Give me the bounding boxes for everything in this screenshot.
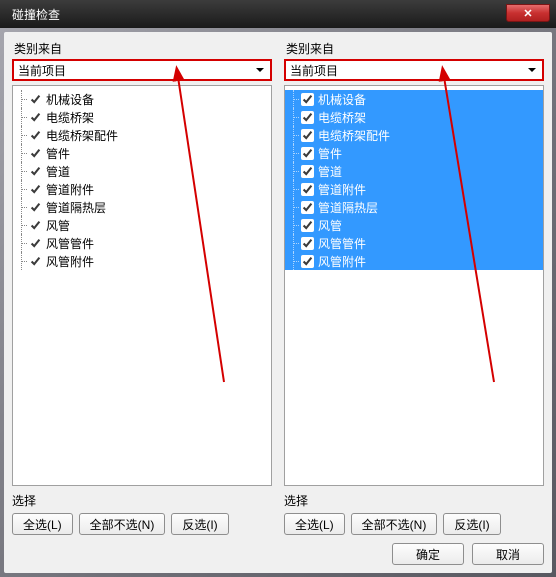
tree-item-checkbox[interactable] <box>29 219 42 232</box>
tree-item-checkbox[interactable] <box>29 255 42 268</box>
tree-item-checkbox[interactable] <box>301 183 314 196</box>
tree-item-right[interactable]: 风管管件 <box>285 234 543 252</box>
tree-item-checkbox[interactable] <box>29 237 42 250</box>
tree-item-label: 电缆桥架 <box>318 109 366 126</box>
tree-item-checkbox[interactable] <box>29 183 42 196</box>
tree-item-left[interactable]: 管道 <box>13 162 271 180</box>
selection-buttons-left: 全选(L) 全部不选(N) 反选(I) <box>12 513 272 535</box>
tree-item-left[interactable]: 管件 <box>13 144 271 162</box>
tree-item-label: 电缆桥架配件 <box>46 127 118 144</box>
tree-item-label: 管道 <box>46 163 70 180</box>
selection-right-label: 选择 <box>284 492 544 509</box>
panel-left: 类别来自 当前项目 机械设备电缆桥架电缆桥架配件管件管道管道附件管道隔热层风管风… <box>12 40 272 535</box>
tree-item-label: 风管 <box>318 217 342 234</box>
tree-item-checkbox[interactable] <box>29 93 42 106</box>
select-none-left-button[interactable]: 全部不选(N) <box>79 513 166 535</box>
tree-right[interactable]: 机械设备电缆桥架电缆桥架配件管件管道管道附件管道隔热层风管风管管件风管附件 <box>284 85 544 486</box>
tree-item-label: 风管管件 <box>46 235 94 252</box>
tree-item-checkbox[interactable] <box>301 165 314 178</box>
select-none-right-button[interactable]: 全部不选(N) <box>351 513 438 535</box>
tree-item-right[interactable]: 管件 <box>285 144 543 162</box>
tree-item-left[interactable]: 机械设备 <box>13 90 271 108</box>
tree-item-left[interactable]: 电缆桥架 <box>13 108 271 126</box>
tree-item-label: 管道附件 <box>318 181 366 198</box>
tree-item-right[interactable]: 管道附件 <box>285 180 543 198</box>
tree-item-checkbox[interactable] <box>301 201 314 214</box>
dialog-content: 类别来自 当前项目 机械设备电缆桥架电缆桥架配件管件管道管道附件管道隔热层风管风… <box>4 32 552 573</box>
tree-item-checkbox[interactable] <box>301 111 314 124</box>
dropdown-left-value: 当前项目 <box>18 62 66 79</box>
tree-item-label: 风管附件 <box>318 253 366 270</box>
tree-item-left[interactable]: 风管管件 <box>13 234 271 252</box>
titlebar: 碰撞检查 ✕ <box>0 0 556 28</box>
panel-right: 类别来自 当前项目 机械设备电缆桥架电缆桥架配件管件管道管道附件管道隔热层风管风… <box>284 40 544 535</box>
tree-item-label: 电缆桥架 <box>46 109 94 126</box>
cancel-button[interactable]: 取消 <box>472 543 544 565</box>
tree-item-label: 管道 <box>318 163 342 180</box>
dropdown-left[interactable]: 当前项目 <box>12 59 272 81</box>
tree-item-right[interactable]: 管道 <box>285 162 543 180</box>
tree-item-label: 管道附件 <box>46 181 94 198</box>
dropdown-right-value: 当前项目 <box>290 62 338 79</box>
tree-item-left[interactable]: 电缆桥架配件 <box>13 126 271 144</box>
tree-item-left[interactable]: 风管 <box>13 216 271 234</box>
tree-item-checkbox[interactable] <box>29 147 42 160</box>
tree-item-right[interactable]: 机械设备 <box>285 90 543 108</box>
tree-item-label: 风管 <box>46 217 70 234</box>
tree-item-right[interactable]: 电缆桥架 <box>285 108 543 126</box>
panels-container: 类别来自 当前项目 机械设备电缆桥架电缆桥架配件管件管道管道附件管道隔热层风管风… <box>12 40 544 535</box>
select-all-right-button[interactable]: 全选(L) <box>284 513 345 535</box>
tree-item-checkbox[interactable] <box>29 129 42 142</box>
selection-right: 选择 全选(L) 全部不选(N) 反选(I) <box>284 492 544 535</box>
tree-item-checkbox[interactable] <box>301 147 314 160</box>
tree-item-checkbox[interactable] <box>29 165 42 178</box>
label-category-from-right: 类别来自 <box>284 40 544 57</box>
tree-item-left[interactable]: 管道附件 <box>13 180 271 198</box>
tree-item-label: 管件 <box>46 145 70 162</box>
selection-left: 选择 全选(L) 全部不选(N) 反选(I) <box>12 492 272 535</box>
tree-item-checkbox[interactable] <box>301 93 314 106</box>
ok-button[interactable]: 确定 <box>392 543 464 565</box>
dropdown-right[interactable]: 当前项目 <box>284 59 544 81</box>
tree-item-checkbox[interactable] <box>301 129 314 142</box>
select-all-left-button[interactable]: 全选(L) <box>12 513 73 535</box>
tree-item-right[interactable]: 电缆桥架配件 <box>285 126 543 144</box>
tree-item-checkbox[interactable] <box>29 201 42 214</box>
tree-item-checkbox[interactable] <box>301 255 314 268</box>
tree-left[interactable]: 机械设备电缆桥架电缆桥架配件管件管道管道附件管道隔热层风管风管管件风管附件 <box>12 85 272 486</box>
tree-item-label: 管道隔热层 <box>46 199 106 216</box>
tree-item-label: 电缆桥架配件 <box>318 127 390 144</box>
selection-buttons-right: 全选(L) 全部不选(N) 反选(I) <box>284 513 544 535</box>
dialog-footer: 确定 取消 <box>12 535 544 565</box>
window-title: 碰撞检查 <box>4 6 60 23</box>
tree-item-checkbox[interactable] <box>301 219 314 232</box>
tree-item-checkbox[interactable] <box>29 111 42 124</box>
tree-item-label: 机械设备 <box>318 91 366 108</box>
close-button[interactable]: ✕ <box>506 4 550 22</box>
tree-item-checkbox[interactable] <box>301 237 314 250</box>
tree-item-label: 管件 <box>318 145 342 162</box>
invert-right-button[interactable]: 反选(I) <box>443 513 500 535</box>
selection-left-label: 选择 <box>12 492 272 509</box>
dialog-window: 碰撞检查 ✕ 类别来自 当前项目 机械设备电缆桥架电缆桥架配件管件管道管道附件管… <box>0 0 556 577</box>
tree-item-label: 机械设备 <box>46 91 94 108</box>
label-category-from-left: 类别来自 <box>12 40 272 57</box>
tree-item-right[interactable]: 风管附件 <box>285 252 543 270</box>
tree-item-left[interactable]: 管道隔热层 <box>13 198 271 216</box>
tree-item-label: 风管管件 <box>318 235 366 252</box>
tree-item-right[interactable]: 管道隔热层 <box>285 198 543 216</box>
tree-item-right[interactable]: 风管 <box>285 216 543 234</box>
tree-item-label: 风管附件 <box>46 253 94 270</box>
tree-item-left[interactable]: 风管附件 <box>13 252 271 270</box>
invert-left-button[interactable]: 反选(I) <box>171 513 228 535</box>
close-icon: ✕ <box>523 7 532 20</box>
tree-item-label: 管道隔热层 <box>318 199 378 216</box>
